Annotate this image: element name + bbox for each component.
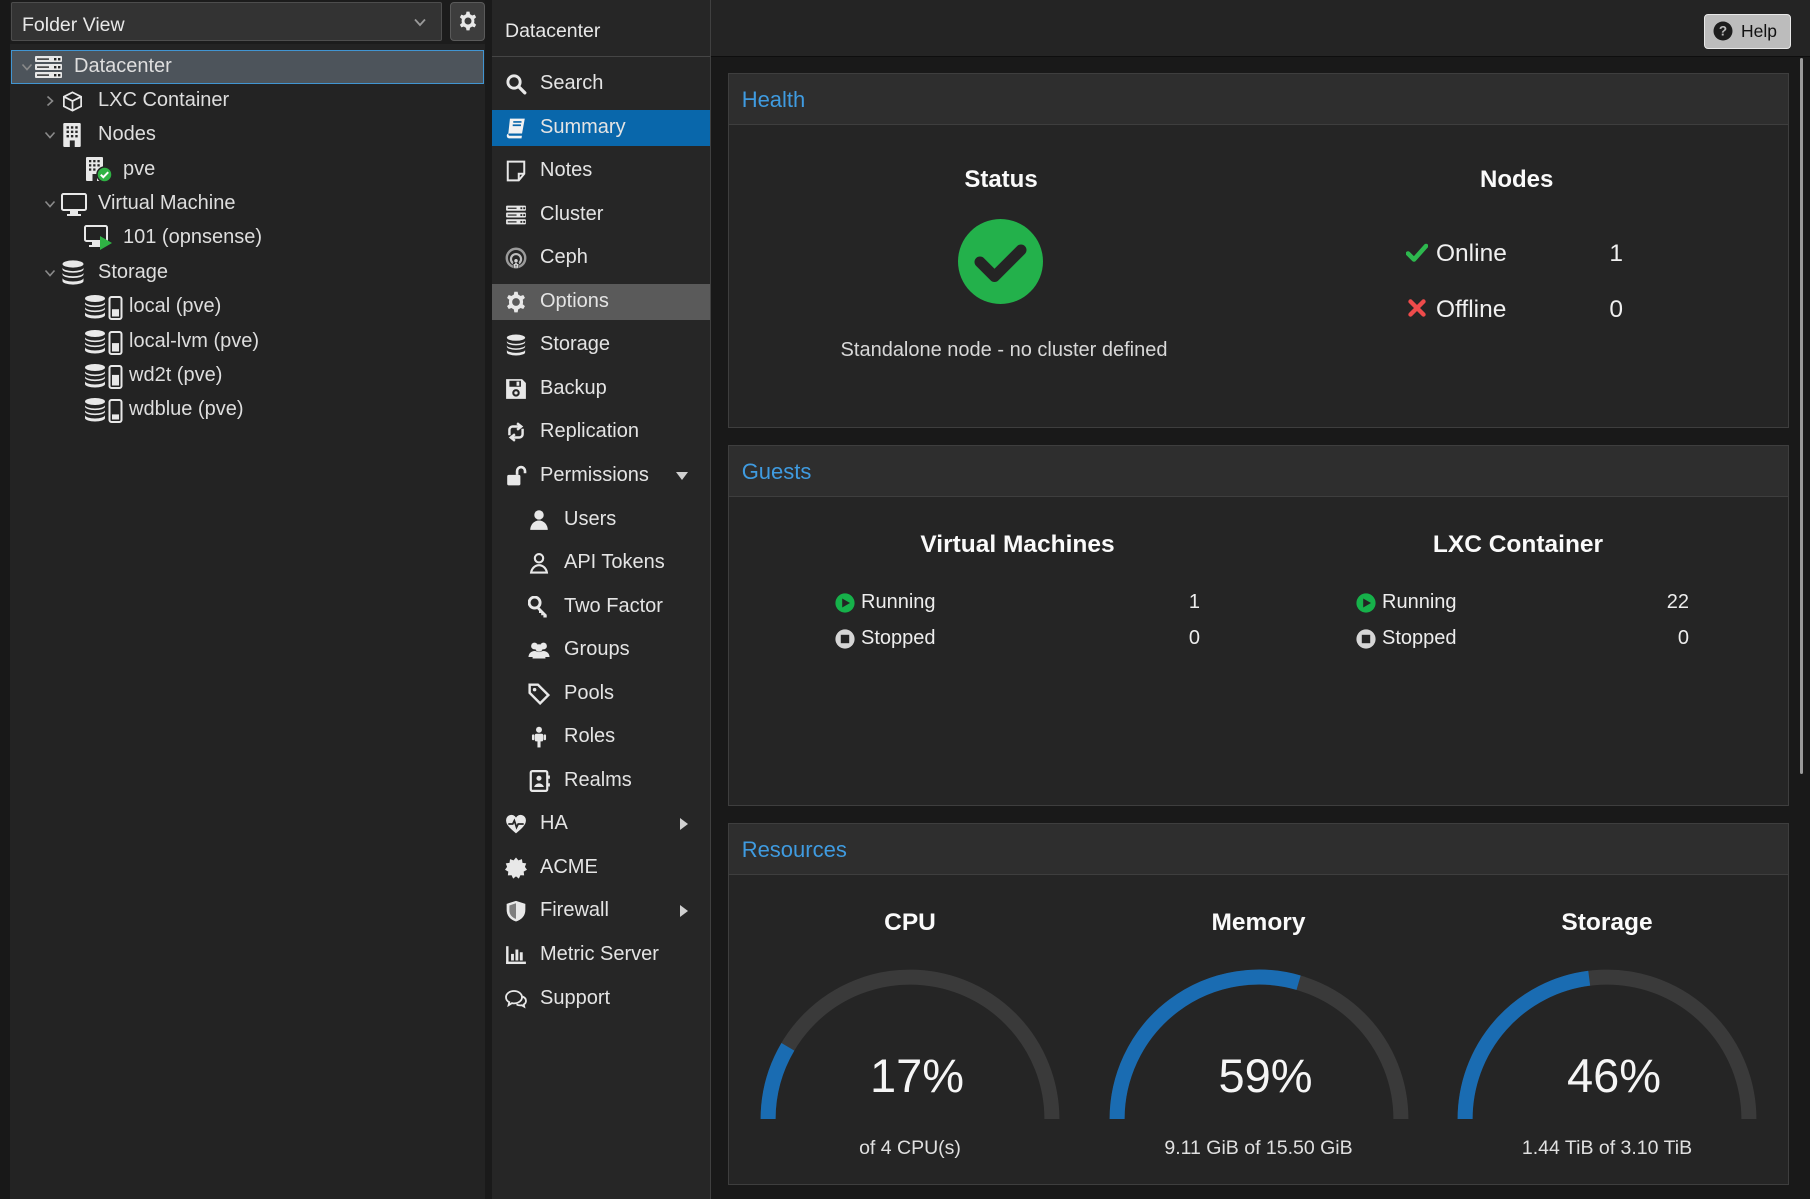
svg-text:?: ? bbox=[1719, 24, 1727, 39]
